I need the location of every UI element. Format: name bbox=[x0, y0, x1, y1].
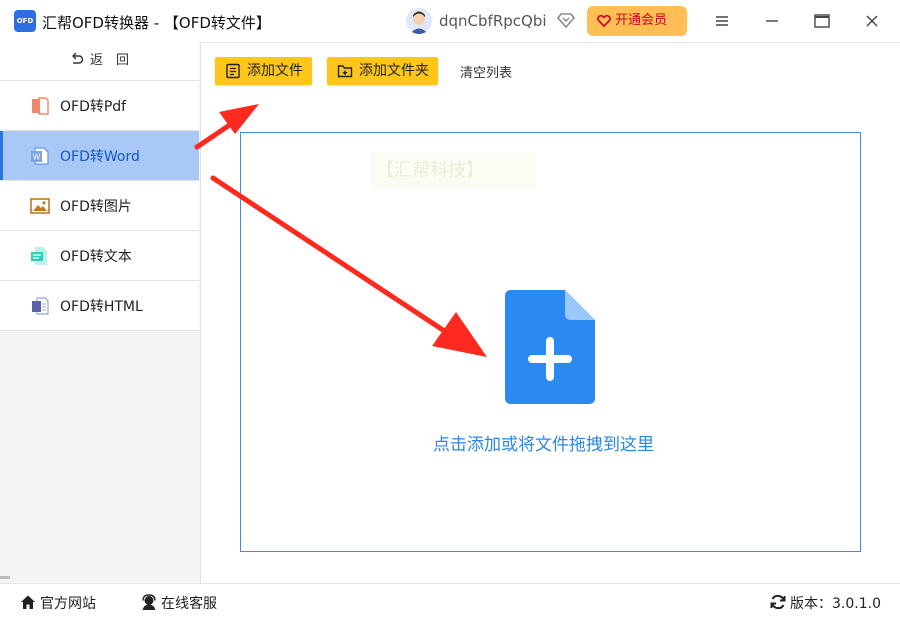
add-file-button[interactable]: 添加文件 bbox=[215, 57, 312, 85]
avatar-icon bbox=[406, 8, 432, 34]
add-file-icon[interactable] bbox=[505, 290, 595, 404]
heart-diamond-icon bbox=[597, 14, 611, 28]
pdf-icon bbox=[32, 97, 49, 115]
sidebar-item-ofd-to-html[interactable]: OFD转HTML bbox=[0, 281, 199, 331]
file-list-icon bbox=[226, 63, 240, 79]
menu-icon[interactable] bbox=[709, 8, 735, 34]
sidebar-item-ofd-to-pdf[interactable]: OFD转Pdf bbox=[0, 81, 199, 131]
online-support-link[interactable]: 在线客服 bbox=[141, 593, 217, 613]
version-info[interactable]: 版本：3.0.1.0 bbox=[770, 593, 881, 613]
app-logo: OFD bbox=[14, 10, 36, 32]
watermark: 【汇帮科技】 bbox=[370, 152, 536, 190]
minimize-icon[interactable] bbox=[759, 8, 785, 34]
drop-hint-text[interactable]: 点击添加或将文件拖拽到这里 bbox=[433, 430, 654, 455]
window-title: 汇帮OFD转换器 - 【OFD转文件】 bbox=[42, 14, 271, 32]
maximize-icon[interactable] bbox=[809, 8, 835, 34]
add-file-label: 添加文件 bbox=[247, 63, 303, 79]
back-arrow-icon bbox=[71, 52, 84, 64]
vip-button[interactable]: 开通会员 bbox=[587, 6, 687, 36]
back-button-label: 返 回 bbox=[89, 53, 129, 68]
sidebar-item-label: OFD转图片 bbox=[60, 199, 132, 215]
refresh-icon bbox=[770, 594, 786, 610]
add-folder-button[interactable]: 添加文件夹 bbox=[327, 57, 438, 85]
sidebar-item-ofd-to-image[interactable]: OFD转图片 bbox=[0, 181, 199, 231]
official-website-label: 官方网站 bbox=[40, 596, 96, 612]
html-icon bbox=[32, 297, 49, 315]
vip-button-label: 开通会员 bbox=[615, 13, 668, 28]
sidebar: 返 回 OFD转Pdf W OFD转Word OFD转图片 OFD转文本 OFD… bbox=[0, 42, 201, 583]
image-icon bbox=[30, 198, 50, 214]
back-button[interactable]: 返 回 bbox=[0, 42, 199, 81]
sidebar-item-label: OFD转Word bbox=[60, 149, 140, 165]
svg-text:W: W bbox=[33, 153, 41, 162]
diamond-icon[interactable] bbox=[556, 10, 576, 30]
sidebar-item-ofd-to-word[interactable]: W OFD转Word bbox=[0, 131, 199, 181]
home-icon bbox=[21, 595, 35, 609]
clear-list-button[interactable]: 清空列表 bbox=[460, 62, 512, 81]
online-support-label: 在线客服 bbox=[161, 596, 217, 612]
user-avatar[interactable] bbox=[406, 8, 432, 34]
customer-service-icon bbox=[142, 594, 156, 610]
sidebar-item-label: OFD转文本 bbox=[60, 249, 132, 265]
sidebar-item-ofd-to-text[interactable]: OFD转文本 bbox=[0, 231, 199, 281]
add-folder-icon bbox=[337, 65, 353, 78]
version-label: 版本：3.0.1.0 bbox=[790, 596, 881, 612]
sidebar-item-label: OFD转HTML bbox=[60, 299, 143, 315]
official-website-link[interactable]: 官方网站 bbox=[20, 593, 96, 613]
word-icon: W bbox=[31, 147, 49, 165]
title-bar: OFD 汇帮OFD转换器 - 【OFD转文件】 dqnCbfRpcQbi 开通会… bbox=[0, 0, 900, 43]
status-bar: 官方网站 在线客服 版本：3.0.1.0 bbox=[0, 583, 900, 618]
close-icon[interactable] bbox=[859, 8, 885, 34]
sidebar-scrollbar[interactable] bbox=[0, 576, 10, 579]
text-icon bbox=[31, 247, 47, 265]
add-folder-label: 添加文件夹 bbox=[359, 63, 429, 79]
sidebar-item-label: OFD转Pdf bbox=[60, 99, 127, 115]
username[interactable]: dqnCbfRpcQbi bbox=[439, 12, 547, 30]
